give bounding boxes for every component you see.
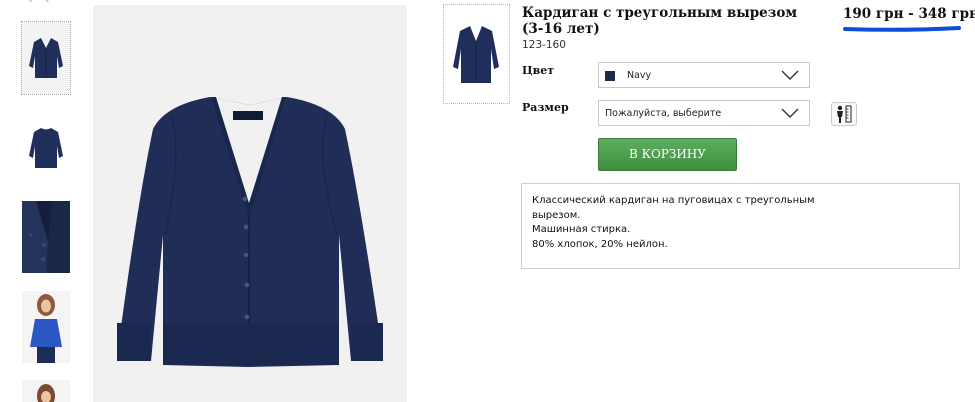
color-label: Цвет — [522, 64, 555, 77]
description-line: вырезом. — [532, 209, 581, 221]
size-label: Размер — [522, 101, 569, 114]
thumbnail-model-girl-2[interactable] — [22, 380, 70, 402]
product-description: Классический кардиган на пуговицах с тре… — [521, 183, 960, 269]
main-product-image[interactable] — [93, 5, 407, 402]
size-select-value: Пожалуйста, выберите — [605, 108, 722, 119]
description-line: Машинная стирка. — [532, 224, 631, 235]
chevron-down-icon — [781, 70, 799, 80]
color-select[interactable]: Navy — [598, 62, 810, 88]
product-mini-thumbnail — [443, 4, 510, 104]
color-select-value: Navy — [627, 70, 652, 81]
thumbnail-rail — [0, 0, 80, 402]
product-sku: 123-160 — [522, 39, 566, 51]
description-line: Классический кардиган на пуговицах с тре… — [532, 195, 815, 206]
color-swatch — [605, 71, 615, 81]
thumbnail-cardigan-detail[interactable] — [22, 201, 70, 273]
product-price: 190 грн - 348 грн — [843, 6, 975, 22]
size-chart-icon[interactable] — [831, 102, 857, 126]
thumbnail-cardigan-front[interactable] — [21, 21, 71, 95]
thumbnail-model-girl[interactable] — [22, 291, 70, 363]
chevron-down-icon — [781, 108, 799, 118]
scroll-up-arrow-icon[interactable] — [29, 0, 49, 11]
product-title: Кардиган с треугольным вырезом (3-16 лет… — [522, 5, 798, 37]
add-to-cart-button[interactable]: В КОРЗИНУ — [598, 138, 737, 171]
size-select[interactable]: Пожалуйста, выберите — [598, 100, 810, 126]
price-underline-mark — [843, 26, 961, 32]
thumbnail-cardigan-back[interactable] — [22, 112, 70, 184]
description-line: 80% хлопок, 20% нейлон. — [532, 238, 668, 250]
